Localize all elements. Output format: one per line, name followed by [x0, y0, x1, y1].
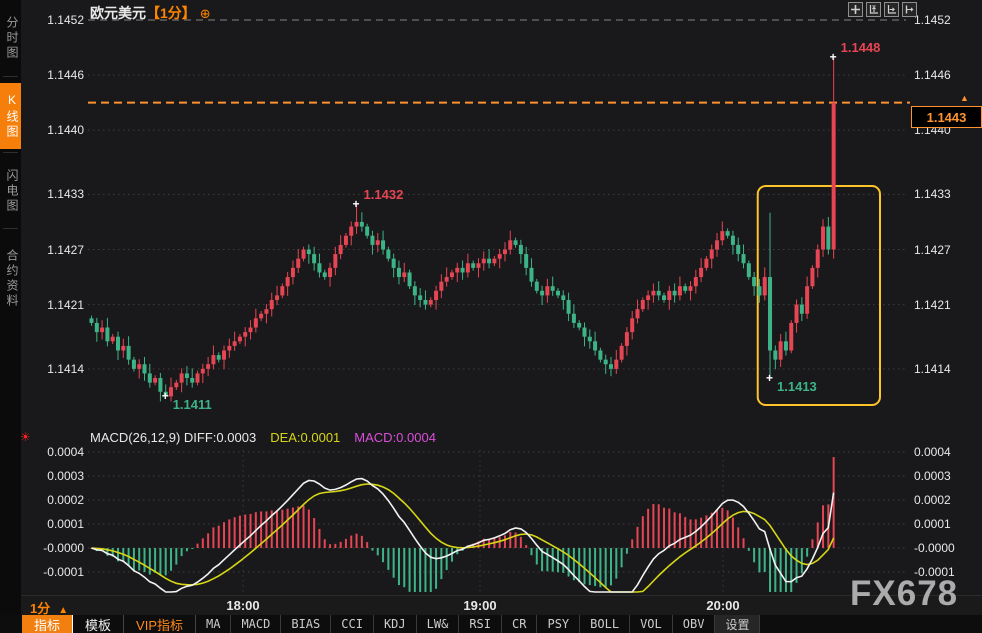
time-tick-20: 20:00 [699, 598, 747, 613]
tab-templates[interactable]: 模板 [73, 615, 124, 633]
sidebar-item-flash-chart[interactable]: 闪电图 [0, 158, 21, 224]
period-label: 【1分】 [146, 5, 196, 21]
main-axis-label-left: 1.1421 [24, 298, 84, 312]
macd-dea-value: DEA:0.0001 [270, 430, 340, 445]
indicator-lw[interactable]: LW& [417, 615, 460, 633]
macd-axis-label-left: 0.0004 [24, 445, 84, 459]
time-tick-19: 19:00 [456, 598, 504, 613]
circled-plus-icon[interactable]: ⊕ [200, 6, 211, 21]
main-axis-label-left: 1.1414 [24, 362, 84, 376]
divider [3, 152, 18, 153]
main-axis-label-right: 1.1427 [914, 243, 978, 257]
macd-axis-label-right: 0.0002 [914, 493, 978, 507]
macd-settings-icon[interactable]: ☀ [20, 430, 31, 444]
bottom-toolbar: 指标 模板 VIP指标 MA MACD BIAS CCI KDJ LW& RSI… [0, 615, 982, 633]
time-tick-18: 18:00 [219, 598, 267, 613]
indicator-ma[interactable]: MA [196, 615, 231, 633]
macd-axis-label-left: -0.0000 [24, 541, 84, 555]
symbol-name: 欧元美元 [90, 5, 146, 21]
main-axis-label-right: 1.1421 [914, 298, 978, 312]
tab-vip-indicators[interactable]: VIP指标 [124, 615, 196, 633]
indicator-obv[interactable]: OBV [673, 615, 716, 633]
macd-params-diff: MACD(26,12,9) DIFF:0.0003 [90, 430, 256, 445]
macd-axis-label-right: 0.0004 [914, 445, 978, 459]
tab-indicators[interactable]: 指标 [22, 615, 73, 633]
extreme-cross-marker: + [162, 391, 169, 401]
main-axis-label-left: 1.1452 [24, 13, 84, 27]
macd-axis-label-right: 0.0003 [914, 469, 978, 483]
main-axis-label-left: 1.1427 [24, 243, 84, 257]
highlight-box [758, 186, 880, 405]
main-gridlines [88, 20, 906, 593]
indicator-kdj[interactable]: KDJ [374, 615, 417, 633]
macd-axis-label-left: -0.0001 [24, 565, 84, 579]
macd-axis-label-right: 0.0001 [914, 517, 978, 531]
main-axis-label-right: 1.1433 [914, 187, 978, 201]
divider [3, 228, 18, 229]
main-axis-label-left: 1.1440 [24, 123, 84, 137]
fx678-watermark: FX678 [850, 574, 958, 614]
pan-right-icon[interactable] [902, 2, 917, 17]
chart-title: 欧元美元【1分】 ⊕ [90, 3, 211, 23]
indicator-macd[interactable]: MACD [231, 615, 281, 633]
trading-app: 分时图 K线图 闪电图 合约资料 欧元美元【1分】 ⊕ 1.1443 ▲ ☀ MA… [0, 0, 982, 633]
sidebar-item-kline-chart[interactable]: K线图 [0, 83, 21, 149]
main-axis-label-right: 1.1452 [914, 13, 978, 27]
indicator-psy[interactable]: PSY [537, 615, 580, 633]
sidebar-item-contract-info[interactable]: 合约资料 [0, 234, 21, 324]
divider [3, 76, 18, 77]
macd-axis-label-left: 0.0001 [24, 517, 84, 531]
macd-axis-label-right: -0.0000 [914, 541, 978, 555]
macd-hist-value: MACD:0.0004 [354, 430, 436, 445]
indicator-rsi[interactable]: RSI [459, 615, 502, 633]
extreme-cross-marker: + [766, 373, 773, 383]
main-axis-label-right: 1.1414 [914, 362, 978, 376]
current-price-box: 1.1443 [911, 106, 982, 128]
chart-tool-buttons [848, 2, 917, 17]
price-up-arrow-icon: ▲ [960, 93, 969, 103]
extreme-cross-marker: + [830, 52, 837, 62]
macd-axis-label-left: 0.0003 [24, 469, 84, 483]
high-price-label: 1.1448 [841, 40, 881, 55]
low-price-label: 1.1411 [173, 397, 212, 412]
indicator-cr[interactable]: CR [502, 615, 537, 633]
sidebar-item-time-chart[interactable]: 分时图 [0, 5, 21, 71]
scale-horizontal-icon[interactable] [884, 2, 899, 17]
main-axis-label-left: 1.1433 [24, 187, 84, 201]
extreme-cross-marker: + [353, 199, 360, 209]
indicator-bias[interactable]: BIAS [281, 615, 331, 633]
macd-header: MACD(26,12,9) DIFF:0.0003 DEA:0.0001 MAC… [90, 430, 436, 445]
indicator-cci[interactable]: CCI [331, 615, 374, 633]
low-price-label: 1.1413 [777, 379, 817, 394]
indicator-boll[interactable]: BOLL [580, 615, 630, 633]
chart-canvas[interactable] [0, 0, 982, 633]
high-price-label: 1.1432 [364, 187, 404, 202]
indicator-vol[interactable]: VOL [630, 615, 673, 633]
time-axis-row: 1分▲ 18:00 19:00 20:00 [0, 595, 982, 616]
main-axis-label-left: 1.1446 [24, 68, 84, 82]
main-axis-label-right: 1.1446 [914, 68, 978, 82]
macd-axis-label-left: 0.0002 [24, 493, 84, 507]
left-nav-strip: 分时图 K线图 闪电图 合约资料 [0, 0, 21, 633]
scale-vertical-icon[interactable] [866, 2, 881, 17]
candlestick-series [90, 57, 836, 402]
crosshair-icon[interactable] [848, 2, 863, 17]
indicator-settings[interactable]: 设置 [715, 615, 760, 633]
